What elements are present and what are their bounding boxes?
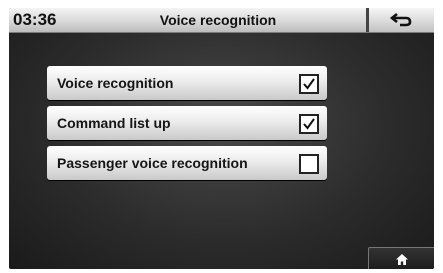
checkmark-icon [303,78,315,90]
home-button[interactable] [368,247,434,269]
page-title: Voice recognition [159,12,277,28]
option-label: Command list up [57,115,171,131]
device-frame: 03:36 Voice recognition Voice recognitio… [0,0,443,273]
option-passenger-voice-recognition[interactable]: Passenger voice recognition [47,146,327,180]
option-voice-recognition[interactable]: Voice recognition [47,66,327,100]
back-arrow-icon [389,12,412,27]
option-command-list-up[interactable]: Command list up [47,106,327,140]
header-bar: 03:36 Voice recognition [9,8,434,33]
voice-recognition-checkbox[interactable] [299,74,319,94]
option-label: Passenger voice recognition [57,155,248,171]
passenger-voice-recognition-checkbox[interactable] [299,154,319,174]
command-list-up-checkbox[interactable] [299,114,319,134]
clock-time: 03:36 [13,10,57,29]
home-icon [396,254,408,265]
display-screen: 03:36 Voice recognition Voice recognitio… [9,8,434,269]
option-label: Voice recognition [57,75,174,91]
checkmark-icon [303,118,315,130]
back-button[interactable] [369,8,434,32]
